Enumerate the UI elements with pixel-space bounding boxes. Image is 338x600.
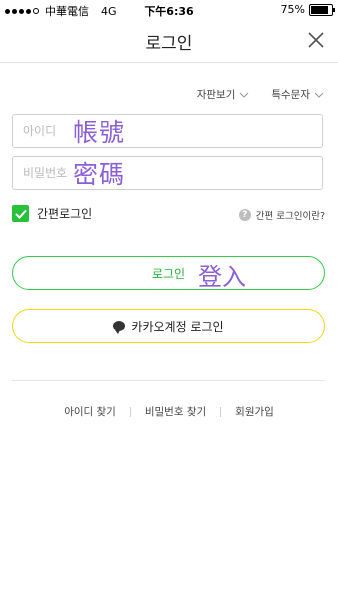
special-chars-label: 특수문자 [271, 89, 310, 101]
id-field[interactable]: 帳號 [12, 114, 323, 148]
link-separator [129, 406, 131, 417]
password-annotation: 密碼 [73, 160, 126, 189]
divider [12, 380, 325, 381]
account-links: 아이디 찾기 비밀번호 찾기 회원가입 [0, 404, 338, 419]
special-chars-toggle[interactable]: 특수문자 [271, 87, 324, 102]
easy-login-help-text: 간편 로그인이란? [255, 211, 325, 222]
id-annotation: 帳號 [73, 118, 126, 147]
keyboard-view-label: 자판보기 [196, 89, 236, 101]
link-separator [220, 406, 222, 417]
keyboard-options: 자판보기 특수문자 [197, 87, 324, 102]
header: 로그인 [0, 20, 338, 63]
status-right: 75% [280, 3, 335, 16]
check-icon [14, 209, 27, 219]
login-button[interactable]: 로그인 登入 [12, 256, 325, 291]
speech-bubble-icon [113, 321, 126, 334]
find-id-link[interactable]: 아이디 찾기 [64, 404, 116, 419]
chevron-down-icon [314, 92, 324, 98]
close-icon[interactable] [306, 30, 326, 50]
kakao-login-button[interactable]: 카카오계정 로그인 [12, 309, 325, 343]
find-password-link[interactable]: 비밀번호 찾기 [145, 404, 206, 419]
easy-login-checkbox[interactable] [12, 205, 29, 222]
kakao-login-label: 카카오계정 로그인 [131, 319, 224, 334]
login-annotation: 登入 [198, 263, 246, 291]
easy-login-label: 간편로그인 [37, 207, 93, 221]
keyboard-view-toggle[interactable]: 자판보기 [197, 87, 250, 102]
login-button-label: 로그인 [151, 266, 186, 281]
page-title: 로그인 [145, 34, 193, 54]
easy-login-toggle[interactable]: 간편로그인 [12, 205, 92, 222]
question-mark-icon: ? [238, 209, 251, 221]
status-bar: 中華電信 4G 下午6:36 75% [0, 0, 338, 20]
signup-link[interactable]: 회원가입 [235, 404, 274, 419]
chevron-down-icon [240, 92, 249, 98]
password-field[interactable]: 密碼 [12, 156, 323, 190]
battery-icon [309, 3, 335, 16]
easy-login-help-link[interactable]: ? 간편 로그인이란? [238, 208, 325, 222]
battery-percent: 75% [280, 3, 305, 16]
